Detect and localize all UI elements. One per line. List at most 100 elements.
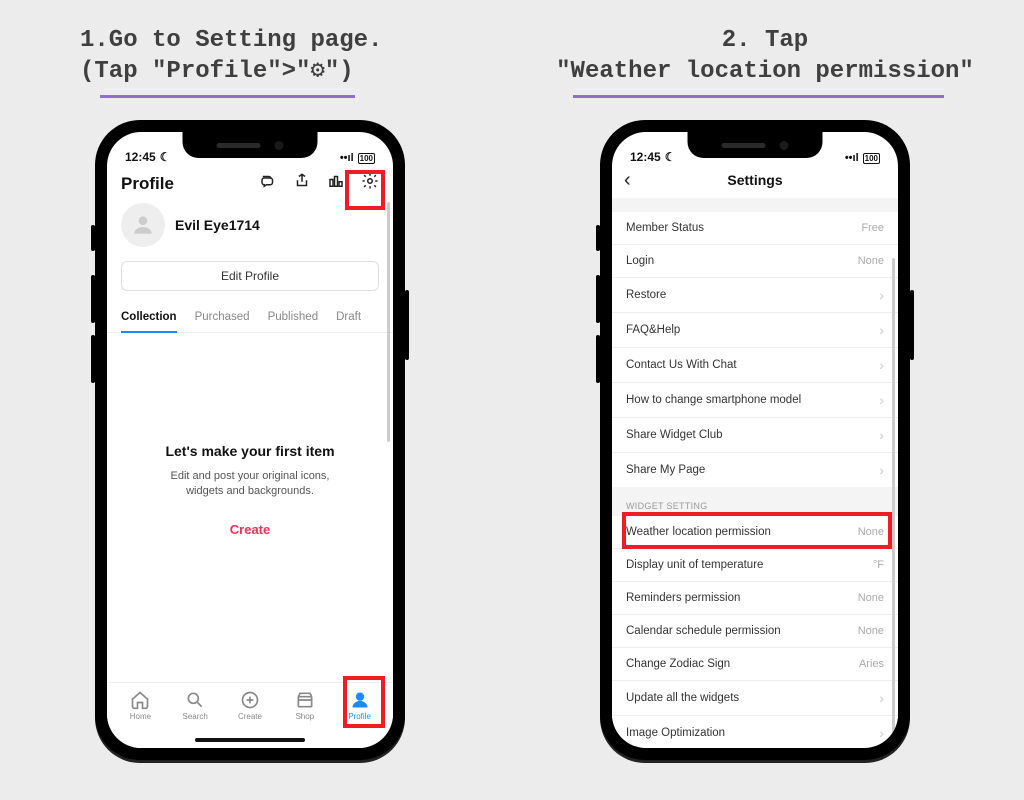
page-title: Profile: [121, 174, 174, 194]
tab-search[interactable]: Search: [170, 690, 220, 721]
moon-icon: ☾: [160, 150, 171, 164]
row-label: Restore: [626, 289, 666, 301]
settings-section-general: Member StatusFreeLoginNoneRestore›FAQ&He…: [612, 212, 898, 487]
battery-icon: 100: [863, 153, 880, 164]
scrollbar[interactable]: [892, 258, 895, 746]
settings-row[interactable]: Display unit of temperature°F: [612, 549, 898, 582]
edit-profile-button[interactable]: Edit Profile: [121, 261, 379, 291]
tab-shop[interactable]: Shop: [280, 690, 330, 721]
chevron-right-icon: ›: [879, 690, 884, 706]
empty-title: Let's make your first item: [131, 443, 369, 459]
row-value: None: [858, 625, 884, 637]
chevron-right-icon: ›: [879, 392, 884, 408]
camera: [275, 141, 284, 150]
signal-icon: ••ıl: [340, 152, 354, 164]
chat-icon[interactable]: [259, 172, 277, 195]
row-value: None: [858, 592, 884, 604]
step1-heading: 1.Go to Setting page. (Tap "Profile">"⚙"…: [80, 25, 420, 87]
battery-icon: 100: [358, 153, 375, 164]
row-label: How to change smartphone model: [626, 394, 801, 406]
row-label: Update all the widgets: [626, 692, 739, 704]
chevron-right-icon: ›: [879, 462, 884, 478]
back-button[interactable]: ‹: [624, 169, 631, 192]
scrollbar[interactable]: [387, 202, 390, 442]
camera: [780, 141, 789, 150]
profile-tabs: Collection Purchased Published Draft: [107, 305, 393, 333]
phone-notch: [183, 132, 318, 158]
speaker: [722, 143, 766, 148]
settings-row[interactable]: Image Optimization ›: [612, 716, 898, 746]
phone-side-button: [405, 290, 409, 360]
settings-row[interactable]: Contact Us With Chat›: [612, 348, 898, 383]
underline-2: [573, 95, 944, 98]
settings-row[interactable]: LoginNone: [612, 245, 898, 278]
tab-draft[interactable]: Draft: [336, 305, 361, 332]
settings-row[interactable]: Update all the widgets ›: [612, 681, 898, 716]
phone-side-button: [91, 275, 95, 323]
phone-screen: 12:45 ☾ ••ıl 100 Profile: [107, 132, 393, 748]
home-indicator[interactable]: [195, 738, 305, 742]
avatar[interactable]: [121, 203, 165, 247]
tabbar-label: Search: [183, 712, 208, 721]
settings-section-widget: Weather location permissionNoneDisplay u…: [612, 516, 898, 746]
settings-row[interactable]: Share My Page ›: [612, 453, 898, 487]
row-value: Aries: [859, 658, 884, 670]
tabbar-label: Shop: [295, 712, 314, 721]
settings-row[interactable]: How to change smartphone model ›: [612, 383, 898, 418]
highlight-gear: [345, 170, 385, 210]
settings-row[interactable]: Restore ›: [612, 278, 898, 313]
row-label: Share My Page: [626, 464, 705, 476]
phone-settings: 12:45 ☾ ••ıl 100 ‹ Settings Member Statu…: [600, 120, 910, 760]
tab-purchased[interactable]: Purchased: [195, 305, 250, 332]
settings-row[interactable]: Share Widget Club›: [612, 418, 898, 453]
phone-notch: [688, 132, 823, 158]
settings-row[interactable]: FAQ&Help ›: [612, 313, 898, 348]
phone-screen: 12:45 ☾ ••ıl 100 ‹ Settings Member Statu…: [612, 132, 898, 748]
row-label: FAQ&Help: [626, 324, 680, 336]
phone-side-button: [596, 225, 600, 251]
row-value: °F: [873, 559, 884, 571]
row-label: Calendar schedule permission: [626, 625, 781, 637]
moon-icon: ☾: [665, 150, 676, 164]
settings-header: ‹ Settings: [612, 166, 898, 198]
bars-icon[interactable]: [327, 172, 345, 195]
signal-icon: ••ıl: [845, 152, 859, 164]
chevron-right-icon: ›: [879, 725, 884, 741]
settings-row[interactable]: Member Status Free: [612, 212, 898, 245]
underline-1: [100, 95, 355, 98]
phone-side-button: [91, 335, 95, 383]
row-value: Free: [861, 222, 884, 234]
tab-home[interactable]: Home: [115, 690, 165, 721]
phone-side-button: [596, 275, 600, 323]
phone-side-button: [910, 290, 914, 360]
empty-state: Let's make your first item Edit and post…: [107, 333, 393, 537]
phone-side-button: [596, 335, 600, 383]
row-label: Image Optimization: [626, 727, 725, 739]
step2-heading: 2. Tap "Weather location permission": [555, 25, 975, 87]
settings-row[interactable]: Calendar schedule permission None: [612, 615, 898, 648]
status-time: 12:45: [125, 150, 156, 164]
chevron-right-icon: ›: [879, 427, 884, 443]
share-icon[interactable]: [293, 172, 311, 195]
settings-row[interactable]: Change Zodiac Sign Aries: [612, 648, 898, 681]
highlight-weather-permission: [622, 512, 892, 549]
tab-collection[interactable]: Collection: [121, 305, 177, 333]
speaker: [217, 143, 261, 148]
row-label: Change Zodiac Sign: [626, 658, 730, 670]
phone-side-button: [91, 225, 95, 251]
settings-body: Member StatusFreeLoginNoneRestore›FAQ&He…: [612, 198, 898, 746]
phone-profile: 12:45 ☾ ••ıl 100 Profile: [95, 120, 405, 760]
chevron-right-icon: ›: [879, 357, 884, 373]
row-label: Member Status: [626, 222, 704, 234]
username: Evil Eye1714: [175, 217, 260, 233]
tab-create[interactable]: Create: [225, 690, 275, 721]
create-link[interactable]: Create: [131, 522, 369, 537]
highlight-profile-tab: [343, 676, 385, 728]
chevron-right-icon: ›: [879, 287, 884, 303]
chevron-right-icon: ›: [879, 322, 884, 338]
row-label: Login: [626, 255, 654, 267]
settings-row[interactable]: Reminders permissionNone: [612, 582, 898, 615]
empty-subtitle: Edit and post your original icons, widge…: [131, 469, 369, 500]
tab-published[interactable]: Published: [268, 305, 319, 332]
page-title: Settings: [612, 172, 898, 188]
